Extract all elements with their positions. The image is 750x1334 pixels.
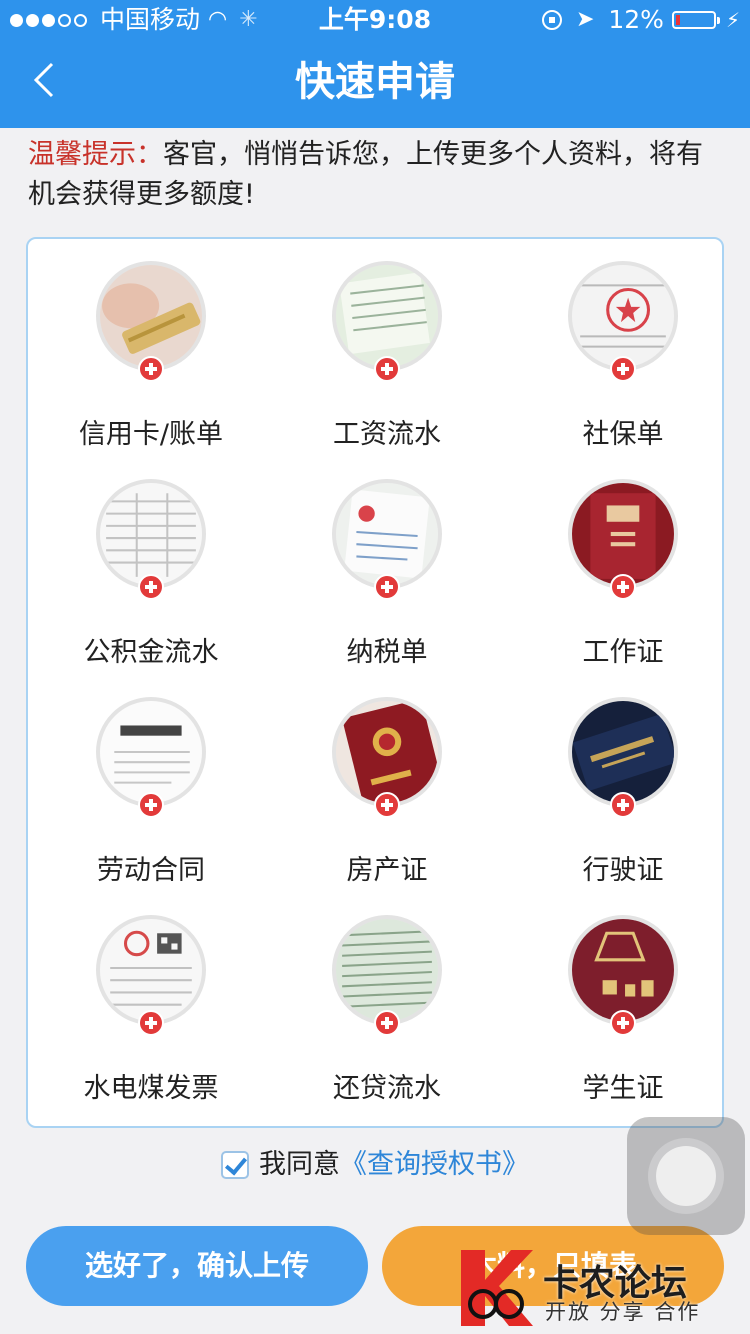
doc-label: 水电煤发票 [83,1073,219,1104]
add-icon[interactable] [138,792,164,818]
doc-label: 行驶证 [582,855,664,886]
doc-label: 纳税单 [346,637,428,668]
doc-item-labor-contract[interactable]: 劳动合同 [36,675,266,893]
add-icon[interactable] [138,1010,164,1036]
doc-item-loan-statement[interactable]: 还贷流水 [272,893,502,1111]
work-id-photo-icon [568,479,678,589]
social-security-photo-icon [568,261,678,371]
tip-banner: 温馨提示：客官，悄悄告诉您，上传更多个人资料，将有机会获得更多额度! [28,135,728,215]
add-icon[interactable] [374,356,400,382]
tip-label: 温馨提示： [28,139,163,170]
doc-item-property-cert[interactable]: 房产证 [272,675,502,893]
authorization-link[interactable]: 《查询授权书》 [340,1145,529,1185]
vehicle-license-photo-icon [568,697,678,807]
doc-label: 工作证 [582,637,664,668]
doc-label: 信用卡/账单 [78,419,224,450]
doc-item-social-security[interactable]: 社保单 [508,239,738,457]
labor-contract-photo-icon [96,697,206,807]
add-icon[interactable] [138,574,164,600]
forum-logo-icon [461,1250,533,1326]
agree-checkbox[interactable] [221,1151,249,1179]
doc-item-tax-receipt[interactable]: 纳税单 [272,457,502,675]
forum-watermark: 卡农论坛 开放 分享 合作 [455,1246,745,1330]
battery-level [675,15,680,25]
doc-label: 学生证 [582,1073,664,1104]
location-arrow-icon: ➤ [575,7,595,32]
add-icon[interactable] [374,1010,400,1036]
loan-statement-photo-icon [332,915,442,1025]
doc-item-work-id[interactable]: 工作证 [508,457,738,675]
doc-item-credit-card[interactable]: 信用卡/账单 [36,239,266,457]
document-grid: 信用卡/账单 工资流水 社保单 公积金流水 纳税单 工作证 劳动合同 房产证 行… [26,237,724,1128]
add-icon[interactable] [610,792,636,818]
status-bar: 中国移动 ◠ ✳ 上午9:08 ➤ 12% ⚡ [0,0,750,40]
doc-item-utility-bill[interactable]: 水电煤发票 [36,893,266,1111]
doc-label: 房产证 [346,855,428,886]
housing-fund-photo-icon [96,479,206,589]
doc-item-student-id[interactable]: 学生证 [508,893,738,1111]
page-title: 快速申请 [295,59,455,105]
status-right: ➤ 12% ⚡ [541,0,740,40]
assistive-touch-button[interactable] [627,1117,745,1235]
utility-bill-photo-icon [96,915,206,1025]
add-icon[interactable] [138,356,164,382]
add-icon[interactable] [610,574,636,600]
agree-text: 我同意 [259,1149,340,1180]
doc-label: 劳动合同 [97,855,205,886]
add-icon[interactable] [374,574,400,600]
app-header: 中国移动 ◠ ✳ 上午9:08 ➤ 12% ⚡ 快速申请 [0,0,750,128]
student-id-photo-icon [568,915,678,1025]
doc-item-vehicle-license[interactable]: 行驶证 [508,675,738,893]
doc-label: 还贷流水 [333,1073,441,1104]
doc-label: 社保单 [582,419,664,450]
add-icon[interactable] [374,792,400,818]
property-cert-photo-icon [332,697,442,807]
battery-percent: 12% [608,5,664,34]
doc-label: 公积金流水 [83,637,219,668]
credit-card-photo-icon [96,261,206,371]
doc-item-salary-statement[interactable]: 工资流水 [272,239,502,457]
add-icon[interactable] [610,356,636,382]
tax-receipt-photo-icon [332,479,442,589]
confirm-upload-button[interactable]: 选好了，确认上传 [26,1226,368,1306]
charging-bolt-icon: ⚡ [725,8,740,32]
watermark-subtitle: 开放 分享 合作 [545,1300,701,1324]
doc-item-housing-fund[interactable]: 公积金流水 [36,457,266,675]
battery-icon [671,11,720,29]
rotation-lock-icon [541,10,562,30]
salary-statement-photo-icon [332,261,442,371]
add-icon[interactable] [610,1010,636,1036]
doc-label: 工资流水 [333,419,441,450]
